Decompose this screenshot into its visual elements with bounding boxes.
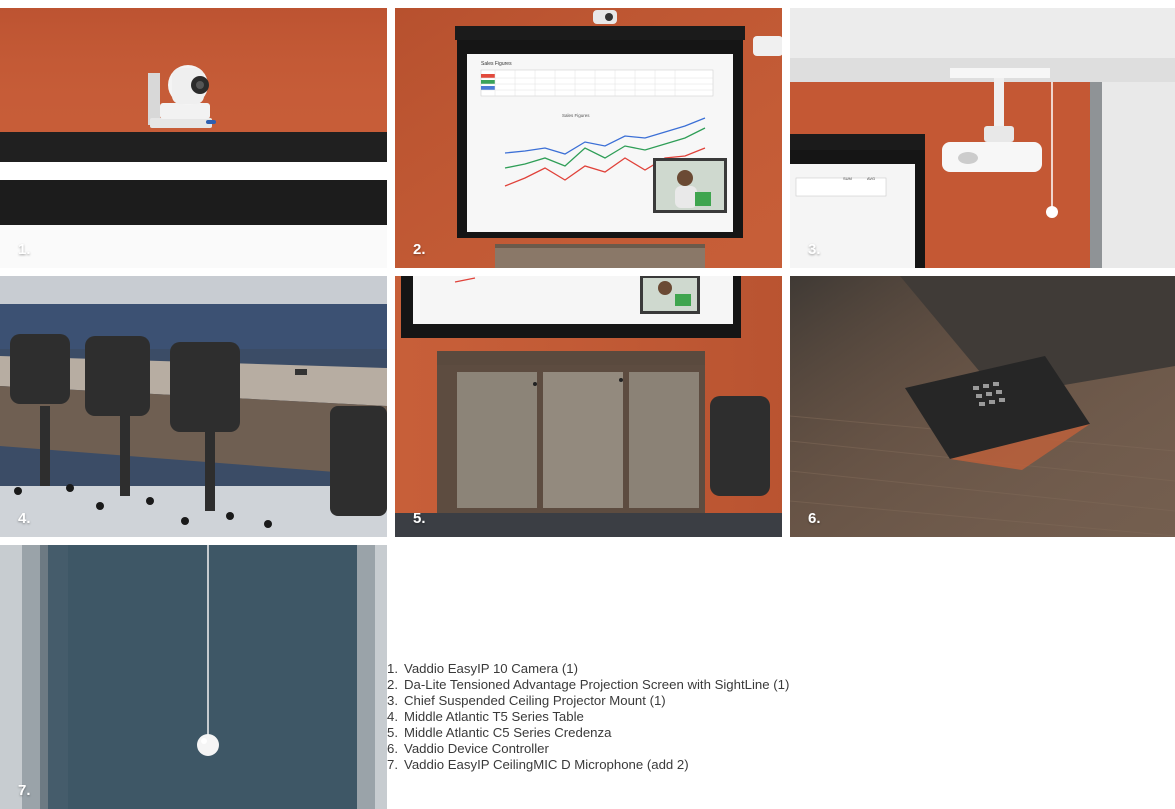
list-item: 5. Middle Atlantic C5 Series Credenza <box>387 725 789 741</box>
tile-number: 6. <box>808 510 821 527</box>
conference-table-photo <box>0 276 387 537</box>
list-item-text: Vaddio EasyIP 10 Camera (1) <box>404 661 578 676</box>
photo-tile-projection-screen: 2. <box>395 8 782 268</box>
photo-tile-device-controller: 6. <box>790 276 1175 537</box>
list-item-text: Middle Atlantic T5 Series Table <box>404 709 584 724</box>
screen-sheet-title: Sales Figures <box>481 61 512 67</box>
tile-number: 5. <box>413 510 426 527</box>
list-item-text: Chief Suspended Ceiling Projector Mount … <box>404 693 666 708</box>
ceiling-mic-photo <box>0 545 387 809</box>
list-item-index: 3. <box>387 693 398 708</box>
credenza-photo <box>395 276 782 537</box>
photo-tile-ceiling-mic: 7. <box>0 545 387 809</box>
photo-tile-projector-mount: 3. <box>790 8 1175 268</box>
list-item-text: Middle Atlantic C5 Series Credenza <box>404 725 612 740</box>
product-list: 1. Vaddio EasyIP 10 Camera (1) 2. Da-Lite … <box>387 661 789 773</box>
list-item-text: Da-Lite Tensioned Advantage Projection S… <box>404 677 790 692</box>
tile-number: 1. <box>18 241 31 258</box>
list-item-index: 1. <box>387 661 398 676</box>
list-item-index: 5. <box>387 725 398 740</box>
list-item-index: 7. <box>387 757 398 772</box>
projector-mount-photo <box>790 8 1175 268</box>
list-item: 2. Da-Lite Tensioned Advantage Projection… <box>387 677 789 693</box>
screen-chart-title: Sales Figures <box>562 113 590 118</box>
tile-number: 2. <box>413 241 426 258</box>
list-item: 1. Vaddio EasyIP 10 Camera (1) <box>387 661 789 677</box>
device-controller-photo <box>790 276 1175 537</box>
list-item: 7. Vaddio EasyIP CeilingMIC D Microphone … <box>387 757 789 773</box>
projection-screen-photo <box>395 8 782 268</box>
list-item-text: Vaddio EasyIP CeilingMIC D Microphone (a… <box>404 757 689 772</box>
camera-photo <box>0 8 387 268</box>
screen-table-header-sum: SUM <box>843 176 852 181</box>
tile-number: 7. <box>18 782 31 799</box>
list-item: 3. Chief Suspended Ceiling Projector Moun… <box>387 693 789 709</box>
list-item-index: 2. <box>387 677 398 692</box>
list-item-index: 6. <box>387 741 398 756</box>
list-item-index: 4. <box>387 709 398 724</box>
photo-tile-camera: 1. <box>0 8 387 268</box>
list-item: 6. Vaddio Device Controller <box>387 741 789 757</box>
list-item: 4. Middle Atlantic T5 Series Table <box>387 709 789 725</box>
photo-tile-table: 4. <box>0 276 387 537</box>
photo-tile-credenza: 5. <box>395 276 782 537</box>
tile-number: 3. <box>808 241 821 258</box>
list-item-text: Vaddio Device Controller <box>404 741 549 756</box>
tile-number: 4. <box>18 510 31 527</box>
screen-table-header-avg: AVG <box>867 176 876 181</box>
